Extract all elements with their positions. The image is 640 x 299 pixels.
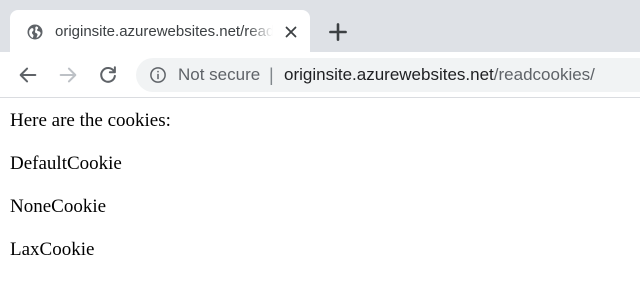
browser-tab[interactable]: originsite.azurewebsites.net/readcookies… bbox=[10, 10, 310, 52]
forward-arrow-icon[interactable] bbox=[57, 64, 79, 86]
omnibox-separator: | bbox=[269, 65, 274, 85]
globe-icon bbox=[27, 24, 43, 40]
reload-icon[interactable] bbox=[97, 64, 119, 86]
back-arrow-icon[interactable] bbox=[17, 64, 39, 86]
cookie-item: NoneCookie bbox=[10, 196, 107, 217]
tab-strip: originsite.azurewebsites.net/readcookies… bbox=[0, 0, 640, 52]
page-heading: Here are the cookies: bbox=[10, 110, 171, 131]
url-path: /readcookies/ bbox=[493, 65, 595, 84]
cookie-item: LaxCookie bbox=[10, 239, 95, 260]
page-content: Here are the cookies: DefaultCookie None… bbox=[10, 109, 171, 281]
url-host: originsite.azurewebsites.net bbox=[284, 65, 494, 84]
cookie-item: DefaultCookie bbox=[10, 153, 122, 174]
browser-toolbar: Not secure | originsite.azurewebsites.ne… bbox=[0, 52, 640, 98]
address-bar[interactable]: Not secure | originsite.azurewebsites.ne… bbox=[136, 58, 640, 92]
close-icon[interactable] bbox=[282, 23, 300, 41]
tab-title: originsite.azurewebsites.net/readcookies… bbox=[55, 23, 273, 40]
info-icon[interactable] bbox=[149, 66, 167, 84]
security-status[interactable]: Not secure bbox=[178, 65, 260, 85]
url-text[interactable]: originsite.azurewebsites.net/readcookies… bbox=[284, 65, 595, 85]
new-tab-button[interactable] bbox=[325, 19, 351, 45]
